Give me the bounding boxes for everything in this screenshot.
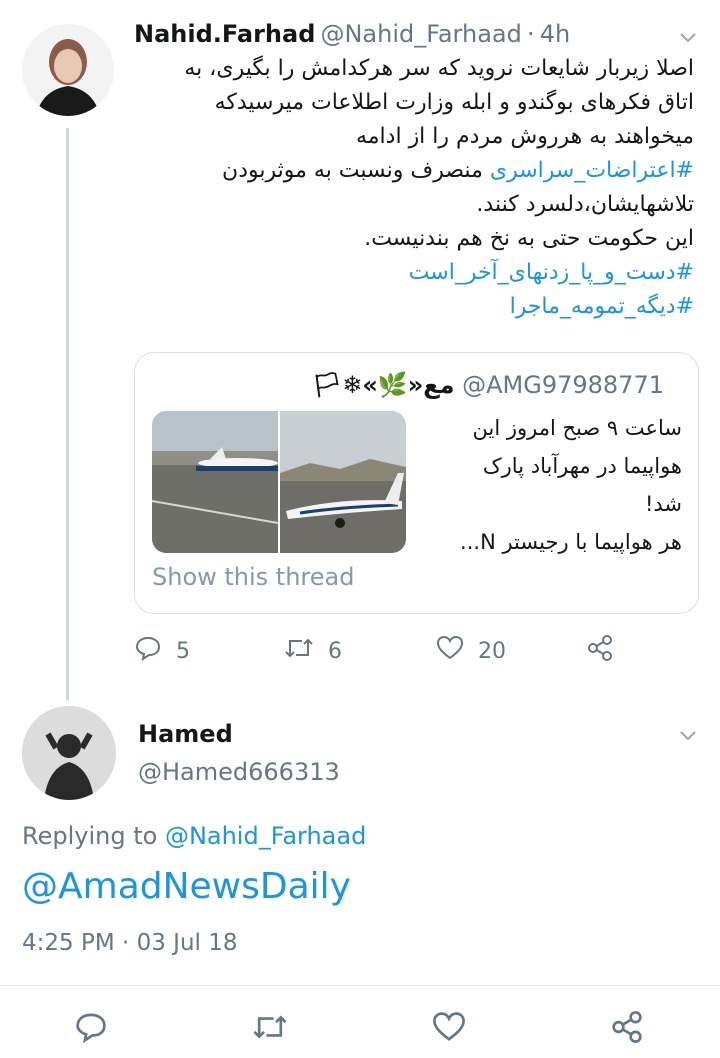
tweet-text-line: اصلا زیربار شایعات نروید که سر هرکدامش ر… xyxy=(184,56,694,81)
hashtag-link[interactable]: #دیگه_تمومه_ماجرا xyxy=(124,290,694,324)
thread-line xyxy=(66,128,69,700)
quoted-author-handle: @AMG97988771 xyxy=(462,371,664,399)
bottom-reply-button[interactable] xyxy=(74,1010,108,1048)
like-count: 20 xyxy=(478,638,506,664)
quoted-image-2[interactable] xyxy=(280,411,406,553)
tweet-text-line: میخواهند به هرروش مردم را از ادامه xyxy=(355,124,694,149)
tweet-time[interactable]: 4h xyxy=(540,20,570,48)
retweet-icon xyxy=(252,1015,288,1048)
replying-to-mention[interactable]: @Nahid_Farhaad xyxy=(165,822,366,850)
share-icon xyxy=(610,1011,644,1048)
retweet-icon xyxy=(284,634,314,668)
reply-author-name[interactable]: Hamed xyxy=(138,720,233,748)
retweet-button[interactable]: 6 xyxy=(284,634,342,668)
tweet-text: اصلا زیربار شایعات نروید که سر هرکدامش ر… xyxy=(124,52,694,324)
quoted-text-line: ساعت ۹ صبح امروز این xyxy=(472,416,682,440)
hashtag-link[interactable]: #دست_و_پا_زدنهای_آخر_است xyxy=(124,256,694,290)
reply-button[interactable]: 5 xyxy=(134,634,190,668)
author-name[interactable]: Nahid.Farhad xyxy=(134,20,315,48)
like-icon xyxy=(436,634,464,668)
like-button[interactable]: 20 xyxy=(436,634,506,668)
tweet-text-line-hashtag: #اعتراضات_سراسری منصرف ونسبت به موثربودن xyxy=(124,154,694,188)
quoted-author-name: 🏳❄«🌿»مع xyxy=(311,371,455,399)
reply-count: 5 xyxy=(176,638,190,664)
share-icon xyxy=(586,634,614,668)
quoted-tweet-text: ساعت ۹ صبح امروز این هواپیما در مهرآباد … xyxy=(422,409,682,561)
quoted-tweet-card[interactable]: 🏳❄«🌿»مع @AMG97988771 ساعت ۹ صبح امروز ای… xyxy=(134,352,699,614)
author-handle[interactable]: @Nahid_Farhaad xyxy=(320,20,521,48)
bottom-retweet-button[interactable] xyxy=(252,1010,288,1048)
like-icon xyxy=(432,1012,466,1048)
share-button[interactable] xyxy=(586,634,614,668)
quoted-text-line: هواپیما در مهرآباد پارک xyxy=(482,454,682,478)
tweet-text-line: تلاشهایشان،دلسرد کنند. xyxy=(476,192,694,217)
time-separator: · xyxy=(526,20,535,48)
reply-icon xyxy=(74,1013,108,1048)
chevron-down-icon[interactable] xyxy=(678,26,698,50)
replying-to-prefix: Replying to xyxy=(22,822,165,850)
reply-body-mention[interactable]: @AmadNewsDaily xyxy=(22,866,351,907)
chevron-down-icon[interactable] xyxy=(678,724,698,748)
bottom-share-button[interactable] xyxy=(610,1010,644,1048)
hashtag-link[interactable]: #اعتراضات_سراسری xyxy=(490,158,694,183)
reply-author-handle[interactable]: @Hamed666313 xyxy=(138,758,340,786)
reply-icon xyxy=(134,634,162,668)
avatar-hamed[interactable] xyxy=(22,706,116,800)
reply-timestamp[interactable]: 4:25 PM · 03 Jul 18 xyxy=(22,930,238,956)
tweet-text-segment: منصرف ونسبت به موثربودن xyxy=(222,158,490,183)
quoted-text-line: شد! xyxy=(644,492,682,516)
show-thread-link[interactable]: Show this thread xyxy=(152,563,354,591)
quoted-text-line: هر هواپیما با رجیستر N... xyxy=(460,530,682,554)
divider xyxy=(0,985,720,986)
retweet-count: 6 xyxy=(328,638,342,664)
tweet-text-line: اتاق فکرهای بوگندو و ابله وزارت اطلاعات … xyxy=(214,90,694,115)
tweet-header: Nahid.Farhad @Nahid_Farhaad · 4h xyxy=(134,20,570,48)
avatar-nahid[interactable] xyxy=(22,24,114,116)
bottom-like-button[interactable] xyxy=(432,1010,466,1048)
quoted-image-1[interactable] xyxy=(152,411,278,553)
replying-to-label: Replying to @Nahid_Farhaad xyxy=(22,822,366,850)
tweet-text-line: این حکومت حتی به نخ هم بندنیست. xyxy=(364,226,694,251)
quoted-tweet-header: 🏳❄«🌿»مع @AMG97988771 xyxy=(312,371,664,399)
